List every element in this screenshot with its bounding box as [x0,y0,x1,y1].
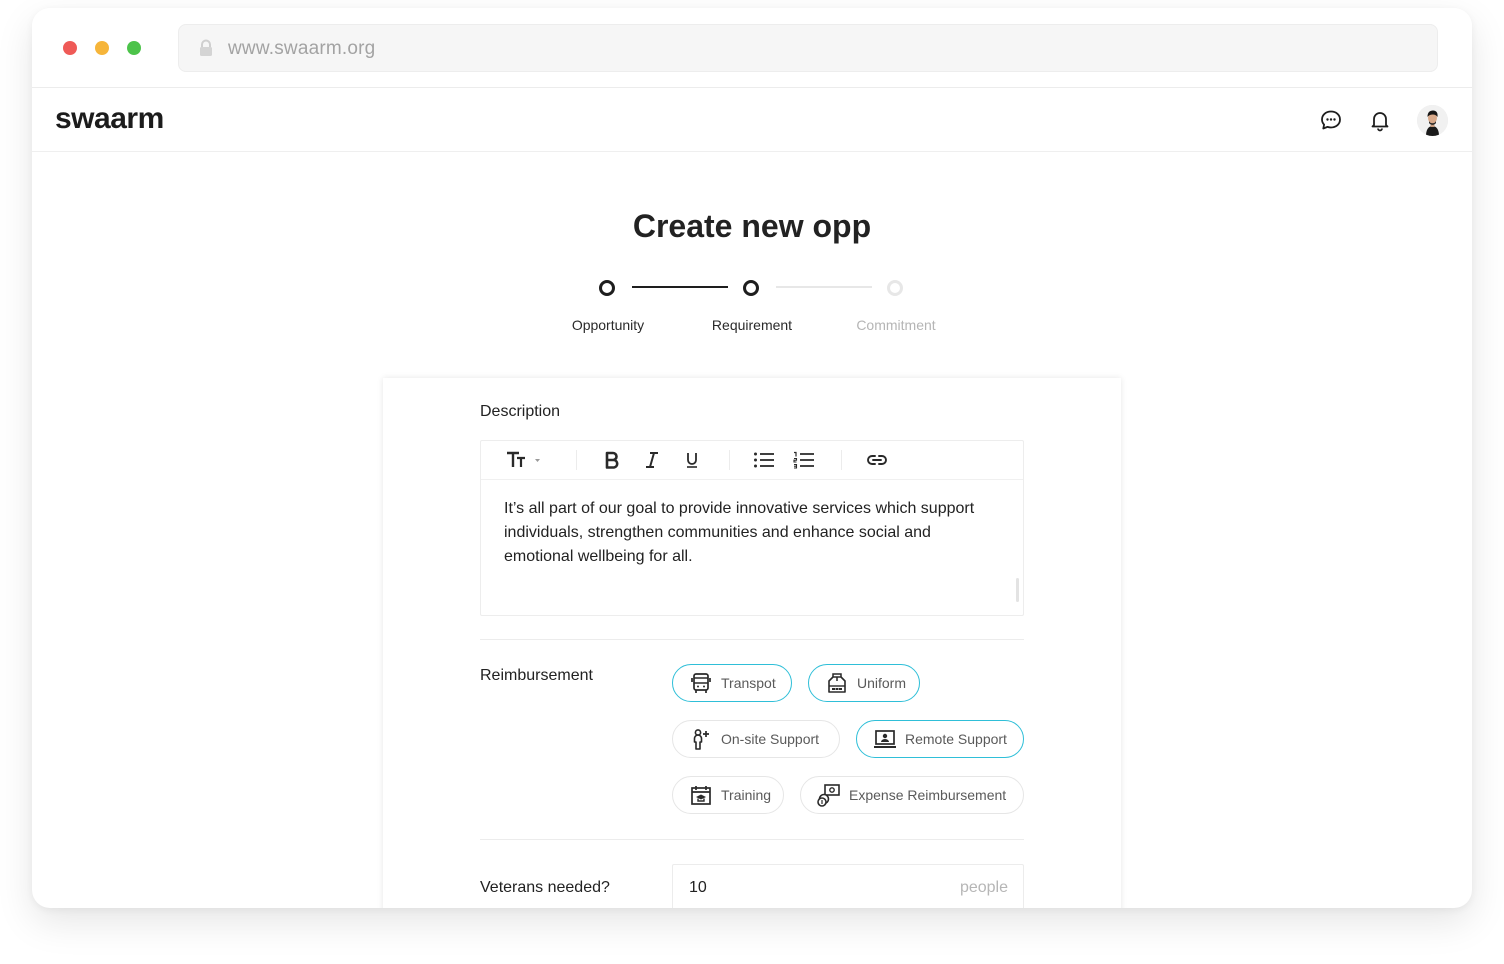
toolbar-divider [576,450,577,470]
url-text: www.swaarm.org [228,38,376,59]
link-icon [867,455,887,465]
veterans-needed-input[interactable]: 10 people [672,864,1024,908]
numbered-list-icon [793,451,814,469]
step-connector-1 [632,286,728,288]
text-size-button[interactable] [505,450,547,470]
step-1-dot [599,280,615,296]
bold-button[interactable] [601,450,623,470]
italic-button[interactable] [641,450,663,470]
toolbar-divider [729,450,730,470]
chip-training[interactable]: Training [672,776,784,814]
chip-label: Expense Reimbursement [849,787,1007,803]
underline-button[interactable] [681,450,703,470]
step-label-opportunity[interactable]: Opportunity [528,317,688,333]
bullet-list-icon [754,452,774,468]
person-plus-icon [689,727,713,751]
chip-label: Training [721,787,772,803]
description-editor[interactable]: It’s all part of our goal to provide inn… [480,440,1024,616]
step-3-dot [887,280,903,296]
description-label: Description [480,403,561,420]
step-connector-2 [776,286,872,288]
reimbursement-label: Reimbursement [480,667,593,684]
chip-on-site-support[interactable]: On-site Support [672,720,840,758]
link-button[interactable] [865,450,889,470]
section-divider [480,839,1024,840]
laptop-person-icon [873,727,897,751]
chip-expense-reimbursement[interactable]: Expense Reimbursement [800,776,1024,814]
step-label-commitment: Commitment [856,317,936,333]
bold-icon [605,451,619,469]
maximize-window-button[interactable] [127,41,141,55]
money-coins-icon [817,783,841,807]
uniform-icon [825,671,849,695]
step-label-requirement[interactable]: Requirement [672,317,832,333]
editor-toolbar [481,441,1023,480]
browser-window: www.swaarm.org swaarm Create new opp Opp… [32,8,1472,908]
chat-icon[interactable] [1319,108,1343,132]
italic-icon [646,452,658,468]
chip-remote-support[interactable]: Remote Support [856,720,1024,758]
chip-transpot[interactable]: Transpot [672,664,792,702]
toolbar-divider [841,450,842,470]
underline-icon [687,453,697,468]
address-bar[interactable]: www.swaarm.org [178,24,1438,72]
veterans-label: Veterans needed? [480,879,610,896]
veterans-unit: people [959,879,1008,896]
chip-label: Transpot [721,675,776,691]
logo[interactable]: swaarm [55,102,164,136]
page-title: Create new opp [632,208,872,244]
text-size-icon [507,451,540,467]
avatar[interactable] [1417,105,1448,136]
chip-label: Remote Support [905,731,1007,747]
close-window-button[interactable] [63,41,77,55]
user-avatar-icon [1417,105,1448,136]
description-text[interactable]: It’s all part of our goal to provide inn… [504,497,994,569]
chip-label: Uniform [857,675,907,691]
editor-scrollbar[interactable] [1016,578,1019,602]
veterans-value: 10 [689,879,707,896]
bullet-list-button[interactable] [753,450,775,470]
step-2-dot [743,280,759,296]
numbered-list-button[interactable] [793,450,815,470]
lock-icon [200,39,212,56]
section-divider [480,639,1024,640]
bus-icon [689,671,713,695]
chip-label: On-site Support [721,731,820,747]
progress-stepper: Opportunity Requirement Commitment [32,278,1472,348]
chip-uniform[interactable]: Uniform [808,664,920,702]
calendar-graduation-icon [689,783,713,807]
browser-chrome: www.swaarm.org [32,8,1472,88]
minimize-window-button[interactable] [95,41,109,55]
app-header: swaarm [32,88,1472,152]
bell-icon[interactable] [1368,108,1392,132]
